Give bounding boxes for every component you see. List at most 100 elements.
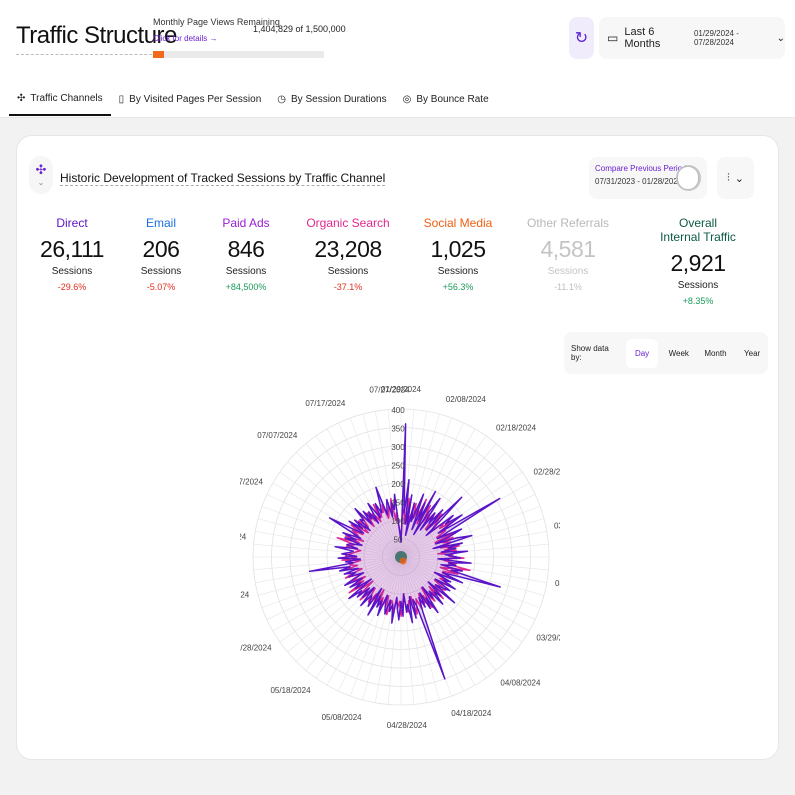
timer-icon: ◷	[277, 93, 287, 105]
stat-name: Social Media	[423, 216, 493, 230]
angle-label: 03/29/2024	[536, 634, 560, 643]
stat-name: Email	[145, 216, 177, 230]
radial-tick-label: 50	[394, 536, 403, 545]
stat-unit: Sessions	[140, 266, 182, 277]
date-preset: Last 6 Months	[624, 26, 661, 50]
stat-value: 206	[142, 236, 180, 262]
angle-label: 07/27/2024	[369, 385, 410, 394]
stat-unit: Sessions	[677, 280, 719, 291]
tab-label: By Session Durations	[291, 93, 387, 105]
tab-visited-pages[interactable]: ▯ By Visited Pages Per Session	[111, 82, 270, 116]
tab-traffic-channels[interactable]: ✣ Traffic Channels	[9, 82, 111, 116]
angle-label: 03/19/2024	[555, 579, 560, 588]
bounce-icon: ◎	[402, 93, 412, 105]
refresh-icon: ↻	[574, 30, 589, 47]
stat-name: Organic Search	[306, 216, 390, 230]
show-by-label: Show data by:	[571, 344, 609, 362]
angle-label: 04/08/2024	[500, 679, 541, 688]
stat-change: -11.1%	[554, 282, 582, 292]
pages-icon: ▯	[118, 93, 125, 105]
tab-label: By Visited Pages Per Session	[129, 93, 262, 105]
stat-unit: Sessions	[51, 266, 93, 277]
angle-label: 05/28/2024	[240, 644, 272, 653]
show-by-day[interactable]: Day	[626, 338, 658, 368]
tab-session-durations[interactable]: ◷ By Session Durations	[269, 82, 394, 116]
stat-paid-ads[interactable]: Paid Ads 846 Sessions +84,500%	[222, 216, 269, 292]
tab-bar: ✣ Traffic Channels ▯ By Visited Pages Per …	[9, 82, 497, 118]
stat-name: Direct	[56, 216, 88, 230]
stat-other-referrals[interactable]: Other Referrals 4,581 Sessions -11.1%	[527, 216, 609, 292]
show-by-week[interactable]: Week	[663, 339, 695, 368]
stat-value: 4,581	[540, 236, 596, 262]
stat-change: +84,500%	[225, 282, 267, 292]
radial-tick-label: 400	[391, 406, 405, 415]
radial-tick-label: 350	[391, 425, 405, 434]
stat-unit: Sessions	[437, 266, 479, 277]
stat-social-media[interactable]: Social Media 1,025 Sessions +56.3%	[424, 216, 493, 292]
stat-name: Other Referrals	[526, 216, 610, 230]
radial-tick-label: 250	[391, 462, 405, 471]
header: Traffic Structure Monthly Page Views Rem…	[0, 0, 795, 118]
angle-label: 04/28/2024	[387, 721, 428, 730]
tab-label: Traffic Channels	[30, 92, 103, 104]
stat-unit: Sessions	[327, 266, 369, 277]
chevron-down-icon: ⌄	[776, 32, 785, 44]
stat-change: +56.3%	[442, 282, 474, 292]
stat-name: Overall Internal Traffic	[660, 216, 736, 244]
calendar-icon: ▭	[607, 31, 619, 45]
stat-email[interactable]: Email 206 Sessions -5.07%	[141, 216, 182, 292]
sliders-icon: ⫶	[727, 171, 730, 184]
chevron-down-icon: ⌄	[734, 172, 744, 185]
stat-change: -37.1%	[333, 282, 363, 292]
stat-name: Paid Ads	[222, 216, 270, 230]
angle-label: 05/08/2024	[322, 713, 363, 722]
angle-label: 07/07/2024	[257, 431, 298, 440]
stat-value: 23,208	[314, 236, 382, 262]
stat-organic-search[interactable]: Organic Search 23,208 Sessions -37.1%	[306, 216, 389, 292]
radial-tick-label: 200	[391, 480, 405, 489]
compare-toggle[interactable]	[676, 165, 701, 191]
tab-bounce-rate[interactable]: ◎ By Bounce Rate	[395, 82, 497, 116]
stat-overall-internal-traffic[interactable]: Overall Internal Traffic 2,921 Sessions …	[658, 216, 738, 306]
toggle-knob	[677, 166, 699, 190]
angle-label: 02/28/2024	[534, 467, 560, 476]
date-range-picker[interactable]: ▭ Last 6 Months 01/29/2024 - 07/28/2024 …	[599, 17, 785, 59]
angle-label: 02/18/2024	[496, 423, 537, 432]
chevron-down-icon: ⌄	[37, 178, 45, 187]
stat-direct[interactable]: Direct 26,111 Sessions -29.6%	[40, 216, 104, 292]
page-views-details-link[interactable]: Click for details →	[153, 34, 217, 43]
stat-change: -29.6%	[57, 282, 87, 292]
show-by-year[interactable]: Year	[736, 339, 768, 368]
page-views-progress	[153, 51, 324, 58]
stat-value: 1,025	[430, 236, 486, 262]
radial-tick-label: 300	[391, 443, 405, 452]
card-title: Historic Development of Tracked Sessions…	[60, 171, 386, 186]
stat-value: 846	[227, 236, 265, 262]
page-views-value: 1,404,829 of 1,500,000	[253, 24, 346, 34]
show-by-month[interactable]: Month	[700, 339, 732, 368]
stat-change: -5.07%	[146, 282, 176, 292]
stat-value: 2,921	[670, 250, 726, 276]
channel-selector-button[interactable]: ✣ ⌄	[29, 156, 53, 194]
refresh-button[interactable]: ↻	[569, 17, 594, 59]
angle-label: 03/09/2024	[554, 521, 560, 530]
tab-label: By Bounce Rate	[416, 93, 489, 105]
radial-tick-label: 150	[391, 499, 405, 508]
page-views-progress-fill	[153, 51, 164, 58]
channels-icon: ✣	[35, 162, 47, 177]
stat-change: +8.35%	[682, 296, 714, 306]
stat-unit: Sessions	[547, 266, 589, 277]
stat-unit: Sessions	[225, 266, 267, 277]
stat-value: 26,111	[40, 236, 104, 262]
show-data-by: Show data by: Day Week Month Year	[564, 332, 768, 374]
channels-icon: ✣	[17, 92, 26, 104]
date-range: 01/29/2024 - 07/28/2024	[693, 29, 739, 47]
chart-settings-button[interactable]: ⫶ ⌄	[717, 157, 754, 199]
angle-label: 02/08/2024	[446, 395, 487, 404]
radial-tick-label: 100	[391, 517, 405, 526]
angle-label: 07/17/2024	[305, 399, 346, 408]
social-media-series	[399, 557, 407, 565]
angle-label: 06/07/2024	[240, 590, 250, 599]
compare-previous-period: Compare Previous Period 07/31/2023 - 01/…	[589, 157, 707, 199]
angle-label: 04/18/2024	[451, 709, 492, 718]
